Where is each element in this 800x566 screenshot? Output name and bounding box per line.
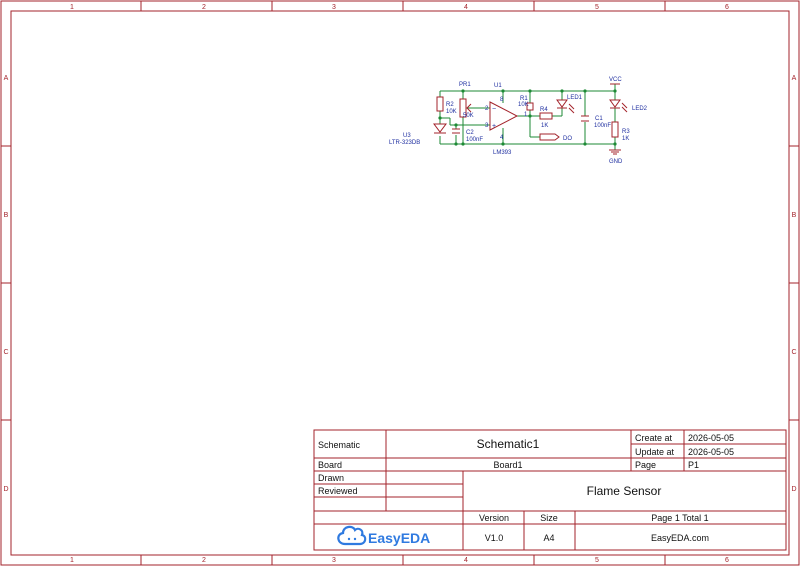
row-label-left: C [3,349,8,356]
size-label: Size [540,513,558,523]
label-r4-ref: R4 [540,107,548,113]
schematic-labels: PR1 U1 R2 10K 50K R1 10K R4 1K LED1 LED2… [389,77,648,165]
create-date: 2026-05-05 [688,433,734,443]
minus-sign: − [492,106,496,113]
schematic-label: Schematic [318,440,361,450]
col-label-top: 4 [464,4,468,11]
pin-3: 3 [485,123,489,129]
col-label-top: 5 [595,4,599,11]
label-pr1: PR1 [459,82,471,88]
label-c1-val: 100nF [594,123,611,129]
led-led1 [556,99,568,108]
row-label-left: B [4,212,9,219]
label-do: DO [563,136,572,142]
version-label: Version [479,513,509,523]
led-led2 [609,99,621,108]
col-label-top: 2 [202,4,206,11]
col-label-top: 6 [725,4,729,11]
label-c2-val: 100nF [466,137,483,143]
row-label-right: D [791,486,796,493]
label-led2: LED2 [632,106,648,112]
drawn-label: Drawn [318,473,344,483]
col-label-bottom: 1 [70,557,74,564]
update-date: 2026-05-05 [688,447,734,457]
reviewed-label: Reviewed [318,486,358,496]
resistor-r2 [436,96,444,112]
col-label-bottom: 3 [332,557,336,564]
label-r4-val: 1K [541,123,548,129]
label-u3-ref: U3 [403,133,411,139]
label-vcc: VCC [609,77,622,83]
label-pr1-val: 50K [463,113,474,119]
schematic-name: Schematic1 [477,437,540,451]
row-label-right: C [791,349,796,356]
project-title: Flame Sensor [587,484,662,498]
pin-1: 1 [524,112,528,118]
col-label-bottom: 5 [595,557,599,564]
row-label-left: A [4,75,9,82]
label-c2-ref: C2 [466,130,474,136]
resistor-r3 [611,121,619,138]
label-gnd: GND [609,159,623,165]
resistor-r4 [539,112,553,120]
label-r3-val: 1K [622,136,629,142]
row-label-right: B [792,212,797,219]
label-led1: LED1 [567,95,583,101]
size-value: A4 [543,533,554,543]
page-label: Page [635,460,656,470]
sheet-border [0,0,800,566]
logo-text: EasyEDA [368,530,430,546]
title-block-text: Schematic Schematic1 Create at 2026-05-0… [318,433,734,543]
photodiode-u3 [433,123,447,133]
col-label-top: 3 [332,4,336,11]
cloud-icon [337,525,367,546]
label-r2-ref: R2 [446,102,454,108]
col-label-top: 1 [70,4,74,11]
col-label-bottom: 4 [464,557,468,564]
label-lm393: LM393 [493,150,512,156]
col-label-bottom: 6 [725,557,729,564]
easyeda-logo: EasyEDA [337,525,430,546]
do-net-flag [539,133,560,141]
label-r2-val: 10K [446,109,457,115]
website: EasyEDA.com [651,533,709,543]
board-name: Board1 [493,460,522,470]
page-value: P1 [688,460,699,470]
label-u1: U1 [494,83,502,89]
label-u3-val: LTR-323DB [389,140,420,146]
label-r3-ref: R3 [622,129,630,135]
update-label: Update at [635,447,675,457]
label-c1-ref: C1 [595,116,603,122]
schematic-sheet: 1 2 3 4 5 6 1 2 3 4 5 6 A B C D A B C D [0,0,800,566]
col-label-bottom: 2 [202,557,206,564]
page-total: Page 1 Total 1 [651,513,708,523]
create-label: Create at [635,433,673,443]
label-r1-val: 10K [518,102,529,108]
plus-sign: + [492,123,496,130]
row-label-left: D [3,486,8,493]
pin-2: 2 [485,106,489,112]
version-value: V1.0 [485,533,504,543]
border-labels: 1 2 3 4 5 6 1 2 3 4 5 6 A B C D A B C D [3,4,796,564]
row-label-right: A [792,75,797,82]
board-label: Board [318,460,342,470]
